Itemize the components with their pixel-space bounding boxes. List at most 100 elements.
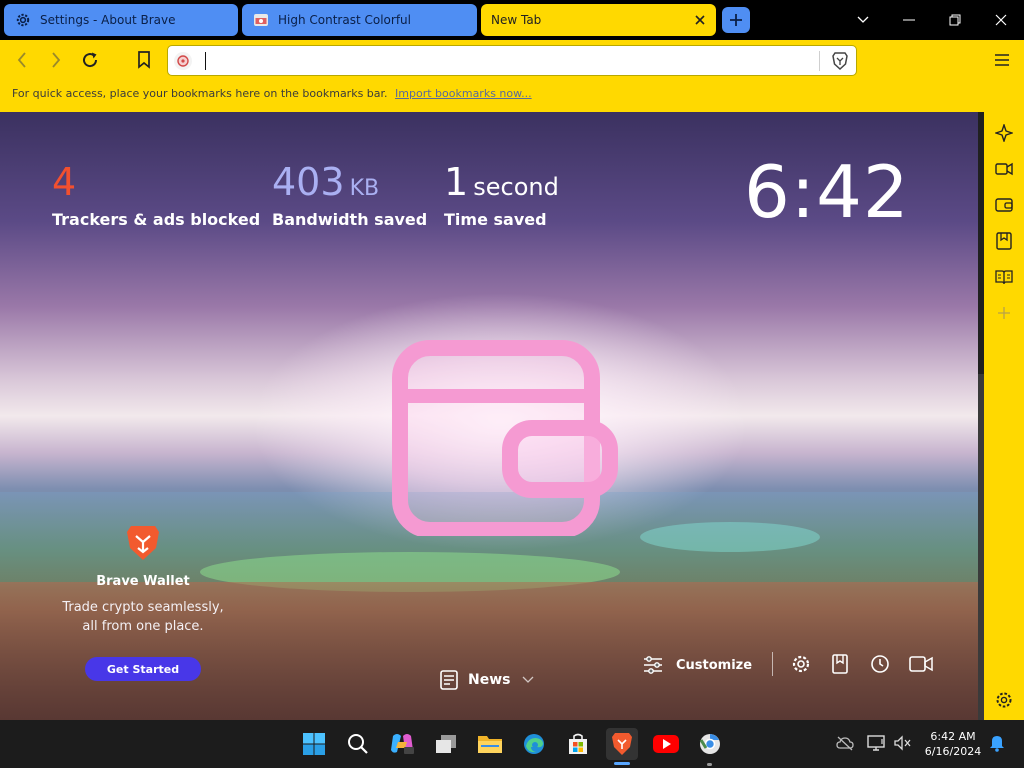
tab-strip: Settings - About Brave High Contrast Col… <box>0 0 1024 40</box>
news-button[interactable]: News <box>438 667 534 693</box>
get-started-button[interactable]: Get Started <box>85 657 201 681</box>
tab-title: New Tab <box>491 13 542 27</box>
tab-new-tab[interactable]: New Tab <box>481 4 716 36</box>
customize-button[interactable]: Customize <box>642 652 752 678</box>
reload-button[interactable] <box>78 48 102 72</box>
sidebar <box>984 112 1024 720</box>
tab-high-contrast-colorful[interactable]: High Contrast Colorful <box>242 4 477 36</box>
time-saved-label: Time saved <box>444 210 547 229</box>
file-explorer-button[interactable] <box>474 728 506 760</box>
tab-title: Settings - About Brave <box>40 13 176 27</box>
chrome-button[interactable] <box>694 728 726 760</box>
brave-talk-button[interactable] <box>909 652 933 676</box>
network-tray-button[interactable] <box>834 732 856 754</box>
taskbar-search-button[interactable] <box>342 728 374 760</box>
tab-settings-about-brave[interactable]: Settings - About Brave <box>4 4 238 36</box>
background-lake <box>640 522 820 552</box>
trackers-label: Trackers & ads blocked <box>52 210 261 229</box>
back-button[interactable] <box>10 48 34 72</box>
close-tab-icon[interactable] <box>692 12 708 28</box>
history-button[interactable] <box>868 652 892 676</box>
sliders-icon <box>644 656 662 674</box>
toolbar-divider <box>772 652 773 676</box>
store-icon <box>569 733 587 754</box>
tab-search-button[interactable] <box>840 0 886 40</box>
monitor-icon <box>867 735 885 751</box>
trackers-count: 4 <box>52 160 77 204</box>
notifications-button[interactable] <box>986 732 1008 754</box>
running-app-indicator <box>707 763 712 766</box>
new-tab-page: 4 Trackers & ads blocked 403 KB Bandwidt… <box>0 112 978 720</box>
copilot-button[interactable] <box>386 728 418 760</box>
new-tab-button[interactable] <box>722 7 750 33</box>
add-sidebar-item-button[interactable] <box>992 301 1016 325</box>
brave-wallet-card: Brave Wallet Trade crypto seamlessly, al… <box>52 524 234 681</box>
restore-icon <box>949 14 961 26</box>
reading-list-button[interactable] <box>992 265 1016 289</box>
bookmark-icon <box>138 51 150 69</box>
forward-button[interactable] <box>44 48 68 72</box>
address-bar-divider <box>819 51 820 71</box>
minimize-button[interactable] <box>886 0 932 40</box>
wallet-description-line: Trade crypto seamlessly, <box>62 600 224 615</box>
forward-arrow-icon <box>52 52 61 68</box>
file-explorer-icon <box>478 736 502 753</box>
settings-button[interactable] <box>789 652 813 676</box>
start-button[interactable] <box>298 728 330 760</box>
microsoft-store-button[interactable] <box>562 728 594 760</box>
open-book-icon <box>995 270 1013 285</box>
start-icon <box>303 733 325 755</box>
import-bookmarks-link[interactable]: Import bookmarks now... <box>395 87 532 100</box>
ntp-clock: 6:42 <box>744 150 910 234</box>
restore-button[interactable] <box>932 0 978 40</box>
youtube-button[interactable] <box>650 728 682 760</box>
volume-tray-button[interactable] <box>892 732 914 754</box>
cloud-offline-icon <box>836 736 854 751</box>
hamburger-menu-icon <box>995 54 1009 66</box>
wallet-description: Trade crypto seamlessly, all from one pl… <box>52 598 234 636</box>
sparkle-icon <box>995 124 1013 142</box>
main-menu-button[interactable] <box>990 48 1014 72</box>
task-view-button[interactable] <box>430 728 462 760</box>
leo-ai-button[interactable] <box>992 121 1016 145</box>
time-saved-stat: 1 second Time saved <box>444 162 559 229</box>
edge-icon <box>524 734 544 754</box>
time-saved-value: 1 <box>444 160 469 204</box>
brave-talk-sidebar-button[interactable] <box>992 157 1016 181</box>
wallet-sidebar-button[interactable] <box>992 193 1016 217</box>
bandwidth-unit: KB <box>349 176 380 201</box>
gear-icon <box>792 655 810 673</box>
bandwidth-label: Bandwidth saved <box>272 210 428 229</box>
time-saved-unit: second <box>473 173 559 201</box>
bookmark-button[interactable] <box>132 48 156 72</box>
tab-title: High Contrast Colorful <box>278 13 411 27</box>
system-clock[interactable]: 6:42 AM 6/16/2024 <box>920 729 986 759</box>
bookmarks-icon <box>832 654 848 674</box>
address-bar[interactable] <box>167 45 857 76</box>
address-input[interactable] <box>204 50 804 72</box>
brave-icon <box>612 733 632 755</box>
bandwidth-value: 403 <box>272 160 345 204</box>
video-camera-icon <box>995 162 1013 176</box>
brave-shields-icon[interactable] <box>829 50 851 72</box>
edge-button[interactable] <box>518 728 550 760</box>
chevron-down-icon <box>857 16 869 23</box>
close-icon <box>995 14 1007 26</box>
brave-taskbar-button[interactable] <box>606 728 638 760</box>
site-info-icon[interactable] <box>174 52 192 70</box>
newspaper-icon <box>440 670 458 690</box>
display-tray-button[interactable] <box>866 732 888 754</box>
video-camera-icon <box>909 656 933 672</box>
gear-icon <box>996 692 1012 708</box>
history-icon <box>871 655 889 673</box>
bandwidth-stat: 403 KB Bandwidth saved <box>272 162 427 229</box>
close-window-button[interactable] <box>978 0 1024 40</box>
sidebar-settings-button[interactable] <box>992 688 1016 712</box>
bookmarks-button[interactable] <box>828 652 852 676</box>
bookmarks-sidebar-button[interactable] <box>992 229 1016 253</box>
youtube-icon <box>653 735 679 753</box>
minimize-icon <box>903 19 915 21</box>
copilot-icon <box>391 734 414 754</box>
trackers-stat: 4 Trackers & ads blocked <box>52 162 260 229</box>
chrome-icon <box>699 734 720 754</box>
